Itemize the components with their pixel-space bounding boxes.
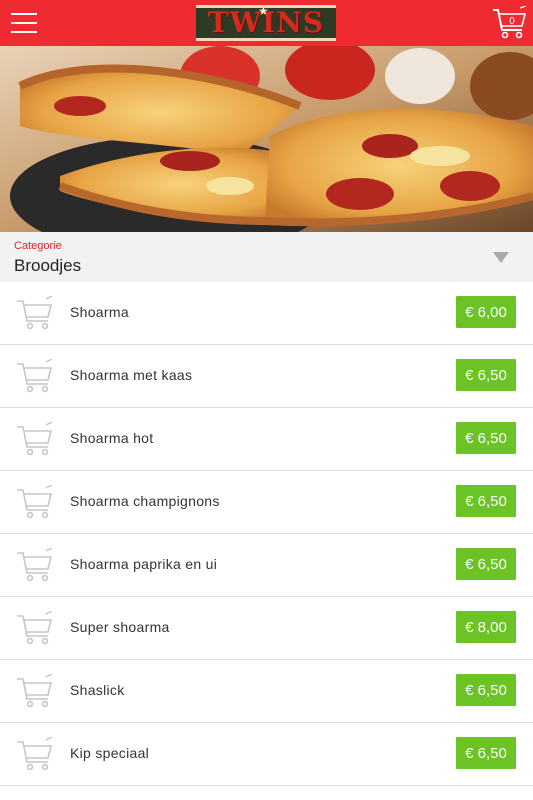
product-name: Kip speciaal (70, 745, 150, 761)
star-icon: ★ (258, 4, 269, 18)
product-name: Shoarma (70, 304, 129, 320)
product-row: Shaslick € 6,50 (0, 660, 533, 723)
product-row: Kip speciaal € 6,50 (0, 723, 533, 786)
add-to-cart-icon[interactable] (16, 421, 54, 456)
product-name: Shoarma champignons (70, 493, 220, 509)
product-row: Shoarma paprika en ui € 6,50 (0, 534, 533, 597)
price-button[interactable]: € 6,50 (456, 548, 516, 580)
product-name: Shoarma paprika en ui (70, 556, 218, 572)
product-row: Shoarma € 6,00 (0, 282, 533, 345)
add-to-cart-icon[interactable] (16, 547, 54, 582)
twins-logo: ★ TWINS (196, 4, 336, 41)
hamburger-menu-icon[interactable] (11, 12, 37, 34)
price-button[interactable]: € 6,50 (456, 737, 516, 769)
price-button[interactable]: € 6,50 (456, 674, 516, 706)
category-label: Categorie (14, 240, 62, 252)
add-to-cart-icon[interactable] (16, 736, 54, 771)
product-row: Shoarma hot € 6,50 (0, 408, 533, 471)
add-to-cart-icon[interactable] (16, 673, 54, 708)
price-button[interactable]: € 8,00 (456, 611, 516, 643)
cart-count: 0 (509, 16, 515, 27)
top-bar: ★ TWINS 0 (0, 0, 533, 46)
price-button[interactable]: € 6,50 (456, 485, 516, 517)
product-name: Shoarma met kaas (70, 367, 193, 383)
product-row: Shoarma champignons € 6,50 (0, 471, 533, 534)
add-to-cart-icon[interactable] (16, 358, 54, 393)
triangle-down-icon[interactable] (493, 252, 509, 263)
add-to-cart-icon[interactable] (16, 484, 54, 519)
add-to-cart-icon[interactable] (16, 295, 54, 330)
product-row: Shoarma met kaas € 6,50 (0, 345, 533, 408)
product-list: Shoarma € 6,00 Shoarma met kaas € 6,50 S… (0, 282, 533, 786)
hero-pizza-image (0, 46, 533, 232)
category-dropdown[interactable]: Categorie Broodjes (0, 232, 533, 282)
product-row: Super shoarma € 8,00 (0, 597, 533, 660)
category-value: Broodjes (14, 256, 82, 275)
price-button[interactable]: € 6,00 (456, 296, 516, 328)
shopping-cart-icon[interactable]: 0 (492, 5, 528, 40)
product-name: Shoarma hot (70, 430, 154, 446)
product-name: Shaslick (70, 682, 125, 698)
product-name: Super shoarma (70, 619, 170, 635)
add-to-cart-icon[interactable] (16, 610, 54, 645)
price-button[interactable]: € 6,50 (456, 422, 516, 454)
price-button[interactable]: € 6,50 (456, 359, 516, 391)
